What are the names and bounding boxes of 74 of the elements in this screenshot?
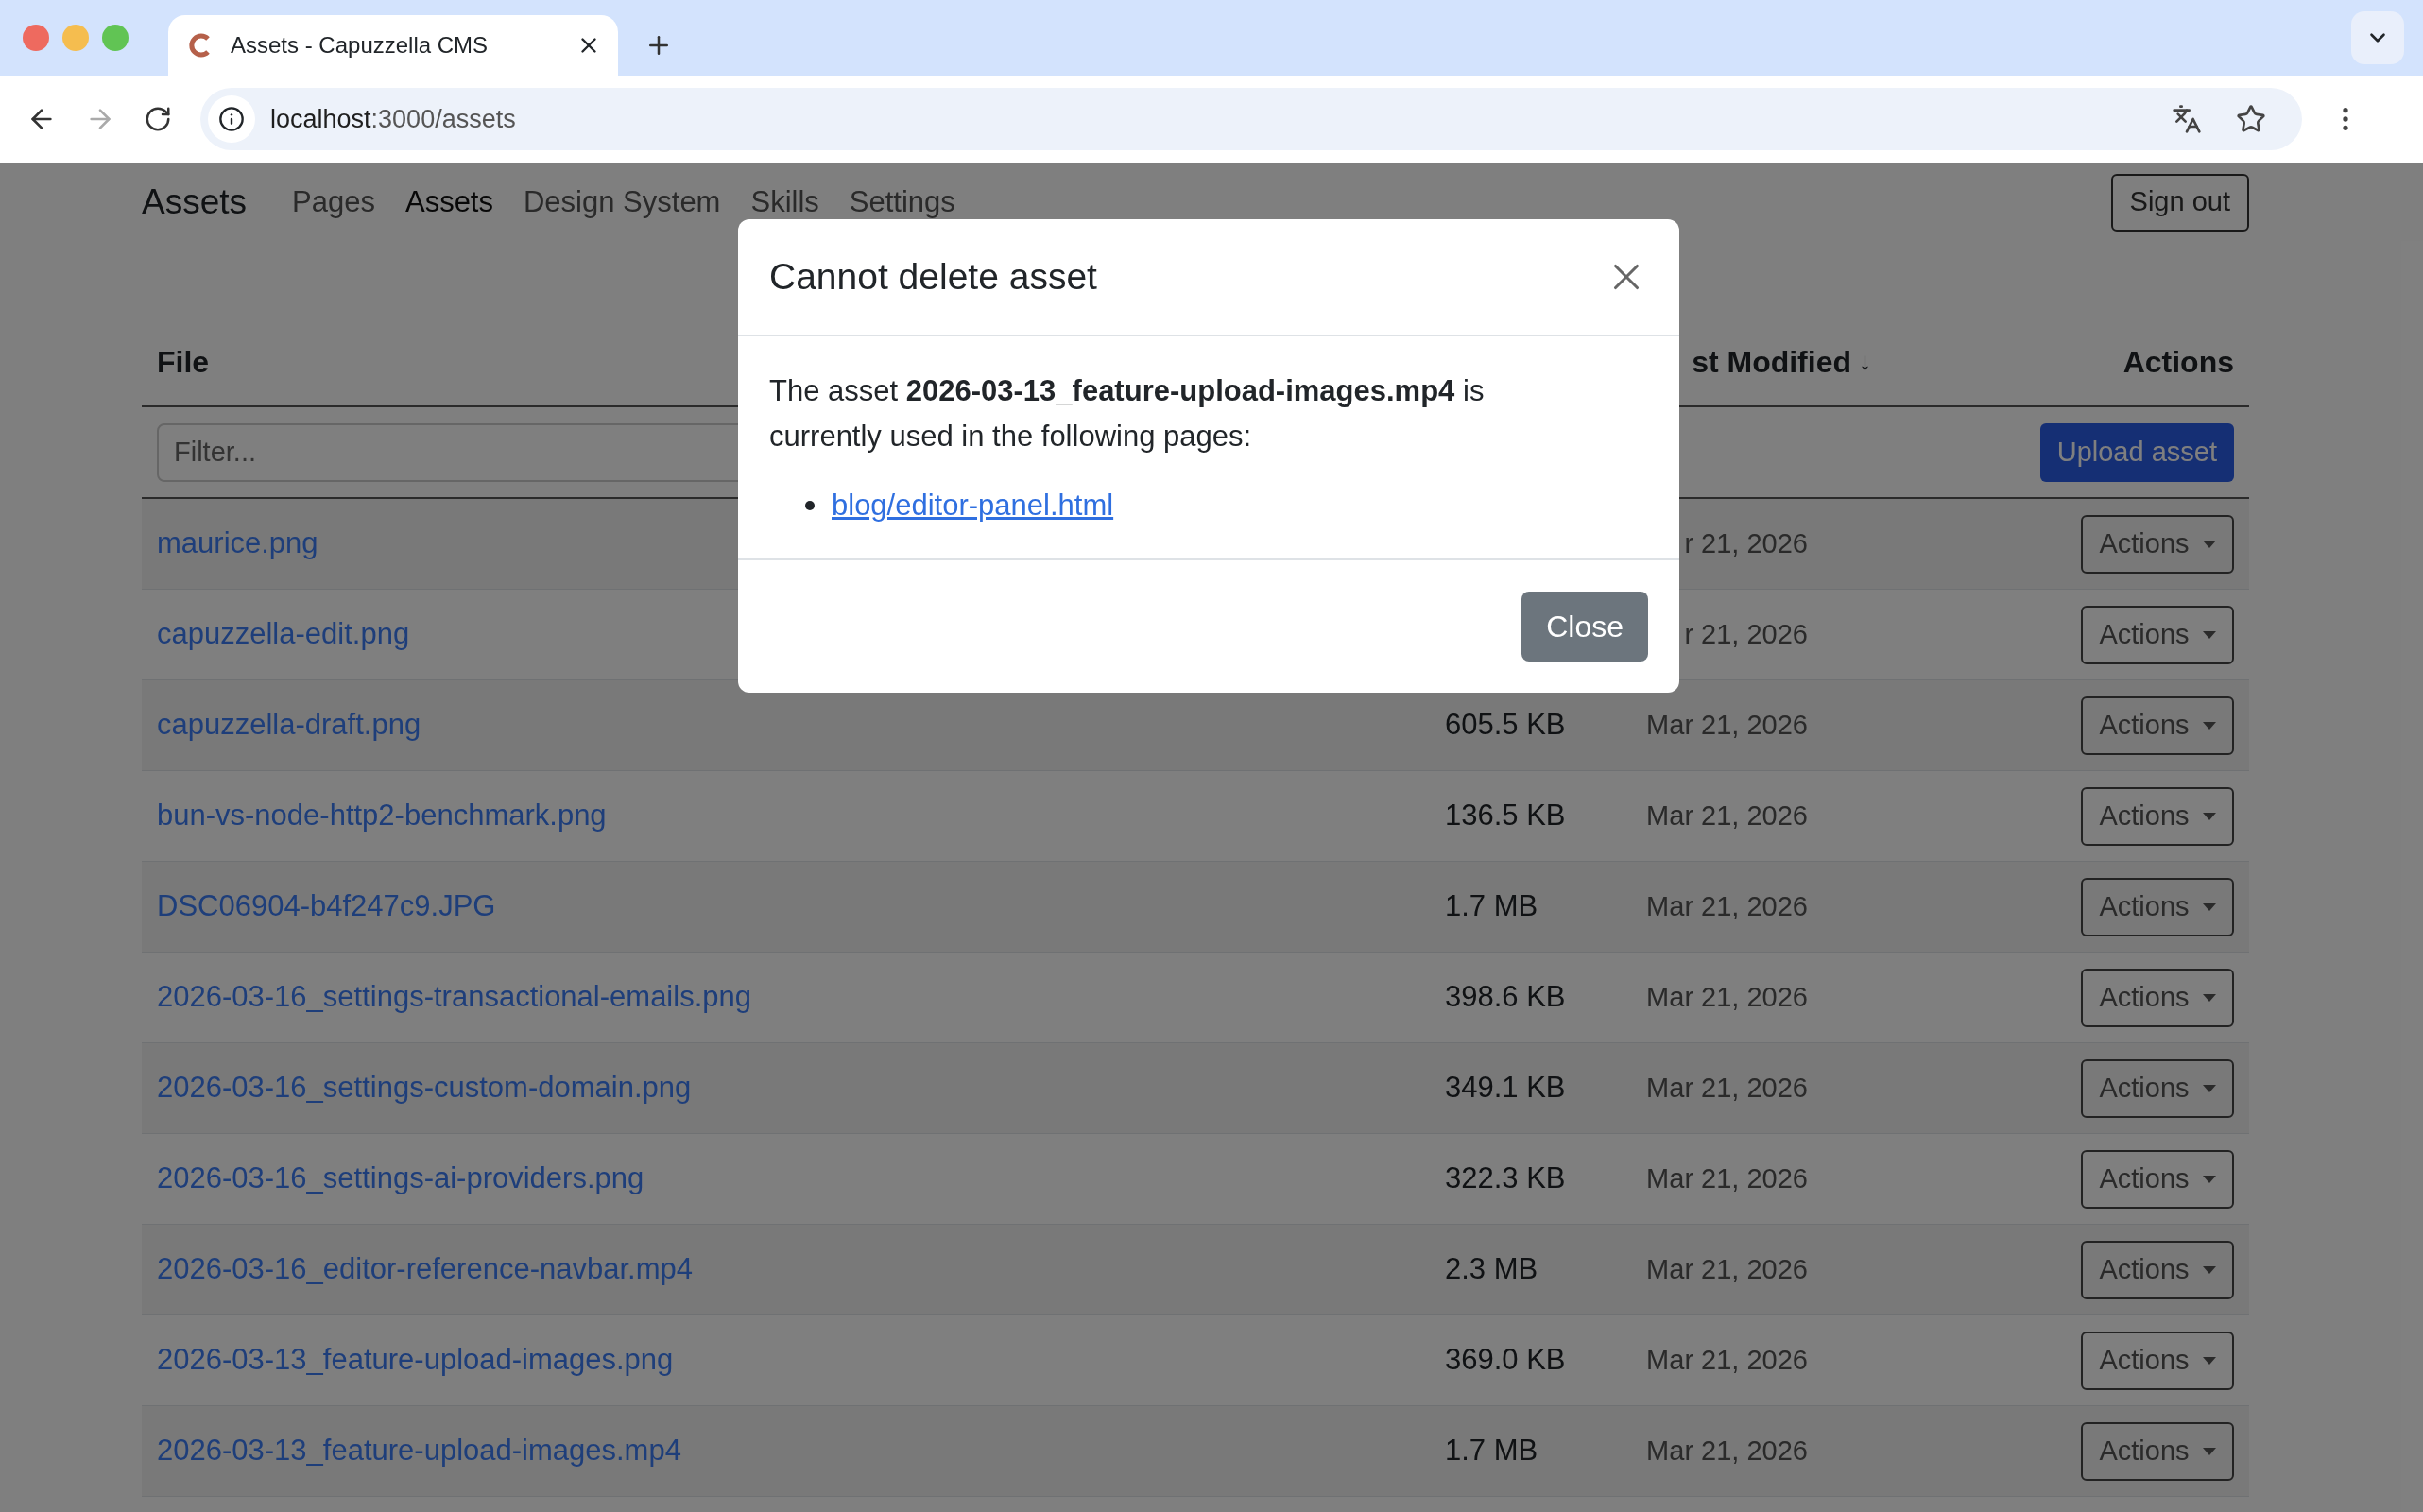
modified-date: Mar 21, 2026 (1646, 1434, 1808, 1468)
modified-date: Mar 21, 2026 (1646, 1071, 1808, 1105)
actions-dropdown[interactable]: Actions (2081, 605, 2234, 664)
url-text: localhost:3000/assets (270, 103, 517, 135)
upload-asset-button[interactable]: Upload asset (2039, 422, 2234, 482)
modified-date: Mar 21, 2026 (1646, 1343, 1808, 1377)
actions-dropdown[interactable]: Actions (2081, 786, 2234, 846)
caret-icon (2202, 993, 2216, 1002)
modified-date: Mar 21, 2026 (1646, 1252, 1808, 1286)
close-button[interactable]: Close (1521, 591, 1648, 662)
file-link[interactable]: 2026-03-16_settings-transactional-emails.png (142, 975, 1430, 1020)
page-link[interactable]: blog/editor-panel.html (832, 484, 1114, 528)
modified-date: Mar 21, 2026 (1646, 708, 1808, 742)
caret-icon (2202, 1265, 2216, 1274)
caret-icon (2202, 540, 2216, 548)
caret-icon (2202, 1084, 2216, 1092)
tab-title: Assets - Capuzzella CMS (231, 31, 490, 60)
column-header: File (156, 343, 211, 381)
file-size: 2.3 MB (1445, 1252, 1538, 1286)
file-link[interactable]: 2026-03-16_settings-ai-providers.png (142, 1157, 1430, 1201)
nav-link[interactable]: Pages (292, 180, 375, 225)
modified-date: Mar 21, 2026 (1646, 799, 1808, 833)
file-link[interactable]: 2026-03-13_feature-upload-images.png (142, 1338, 1430, 1383)
caret-icon (2202, 630, 2216, 639)
file-link[interactable]: 2026-03-16_settings-custom-domain.png (142, 1066, 1430, 1110)
modified-date: Mar 21, 2026 (1646, 980, 1808, 1014)
caret-icon (2202, 721, 2216, 730)
actions-dropdown[interactable]: Actions (2081, 1149, 2234, 1209)
info-icon[interactable] (218, 106, 245, 132)
modified-date: r 21, 2026 (1684, 526, 1808, 560)
file-size: 322.3 KB (1445, 1161, 1566, 1195)
column-header: Actions (2122, 343, 2235, 381)
nav-link[interactable]: Assets (404, 180, 493, 225)
modified-date: Mar 21, 2026 (1646, 1161, 1808, 1195)
file-size: 1.7 MB (1445, 889, 1538, 923)
caret-icon (2202, 1356, 2216, 1365)
file-size: 369.0 KB (1445, 1343, 1566, 1377)
actions-dropdown[interactable]: Actions (2081, 877, 2234, 936)
address-bar[interactable]: localhost:3000/assets (200, 88, 2302, 150)
caret-icon (2202, 1175, 2216, 1183)
dialog-message: The asset 2026-03-13_feature-upload-images.mp4 is currently used in the following pages: (769, 373, 1486, 455)
file-link[interactable]: DSC06904-b4f247c9.JPG (142, 885, 1430, 929)
actions-dropdown[interactable]: Actions (2081, 1058, 2234, 1118)
caret-icon (2202, 902, 2216, 911)
nav-link[interactable]: Design System (524, 180, 721, 225)
modified-date: Mar 21, 2026 (1646, 889, 1808, 923)
column-header[interactable]: st Modified (1692, 338, 1851, 385)
actions-dropdown[interactable]: Actions (2081, 968, 2234, 1027)
sort-arrow[interactable]: ↓ (1859, 343, 1871, 380)
dialog-title: Cannot delete asset (769, 254, 1097, 299)
actions-dropdown[interactable]: Actions (2081, 696, 2234, 755)
file-size: 349.1 KB (1445, 1071, 1566, 1105)
reload-icon[interactable] (144, 105, 172, 133)
actions-dropdown[interactable]: Actions (2081, 1240, 2234, 1299)
bullet-icon (805, 501, 815, 511)
file-link[interactable]: capuzzella-draft.png (142, 703, 1430, 747)
file-link[interactable]: bun-vs-node-http2-benchmark.png (142, 794, 1430, 838)
translate-icon[interactable] (2172, 104, 2202, 134)
actions-dropdown[interactable]: Actions (2081, 1331, 2234, 1390)
brand-title: Assets (142, 181, 248, 224)
file-size: 398.6 KB (1445, 980, 1566, 1014)
caret-icon (2202, 1447, 2216, 1455)
sign-out-button[interactable]: Sign out (2110, 173, 2249, 232)
file-size: 1.7 MB (1445, 1434, 1538, 1468)
file-link[interactable]: 2026-03-13_feature-upload-images.mp4 (142, 1429, 1430, 1473)
browser-tab[interactable]: Assets - Capuzzella CMS (168, 15, 618, 76)
file-size: 605.5 KB (1445, 708, 1566, 742)
file-link[interactable]: 2026-03-16_editor-reference-navbar.mp4 (142, 1247, 1430, 1292)
file-size: 136.5 KB (1445, 799, 1566, 833)
actions-dropdown[interactable]: Actions (2081, 1421, 2234, 1481)
modified-date: r 21, 2026 (1684, 617, 1808, 651)
caret-icon (2202, 812, 2216, 820)
bookmark-star-icon[interactable] (2236, 104, 2266, 134)
actions-dropdown[interactable]: Actions (2081, 514, 2234, 574)
